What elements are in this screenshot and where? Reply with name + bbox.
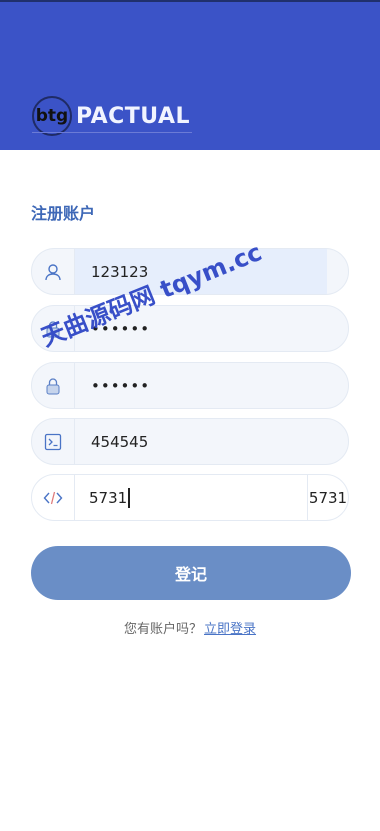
login-prompt-text: 您有账户吗？ — [123, 622, 202, 637]
invite-code-input[interactable]: 454545 — [91, 419, 148, 464]
brand-mark: btg — [32, 96, 72, 136]
invite-code-field[interactable]: 454545 — [31, 418, 349, 465]
login-prompt: 您有账户吗？ 立即登录 — [0, 618, 380, 637]
terminal-icon — [32, 419, 75, 464]
brand-logo: btg PACTUAL — [32, 96, 190, 136]
text-caret — [128, 487, 131, 508]
code-icon — [32, 475, 75, 520]
logo-underline — [32, 132, 192, 133]
confirm-password-input[interactable]: •••••• — [91, 363, 150, 408]
captcha-field[interactable]: 5731 5731 — [31, 474, 349, 521]
lock-icon — [32, 363, 75, 408]
confirm-password-field[interactable]: •••••• — [31, 362, 349, 409]
login-link[interactable]: 立即登录 — [204, 622, 256, 637]
page-title: 注册账户 — [31, 204, 96, 223]
captcha-code[interactable]: 5731 — [307, 475, 348, 520]
captcha-input[interactable]: 5731 — [89, 475, 131, 520]
header-banner: btg PACTUAL — [0, 0, 380, 150]
header-top-line — [0, 0, 380, 2]
user-icon — [32, 249, 75, 294]
register-button[interactable]: 登记 — [31, 546, 351, 600]
brand-name: PACTUAL — [76, 103, 191, 129]
captcha-input-text: 5731 — [89, 488, 128, 507]
